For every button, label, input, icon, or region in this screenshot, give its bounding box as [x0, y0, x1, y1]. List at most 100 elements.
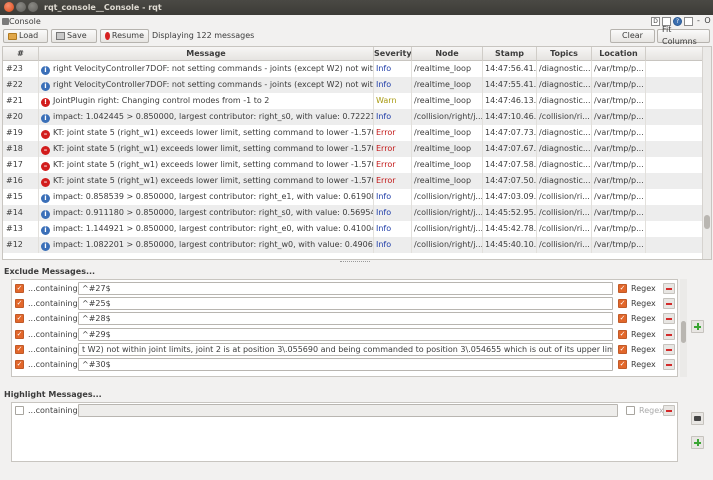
exclude-text-field[interactable]: ^#29$ [78, 327, 613, 341]
exclude-regex-checkbox[interactable]: ✓ [618, 284, 627, 293]
exclude-filter-row: ✓ ...containing: ^#27$ ✓ Regex [12, 281, 677, 296]
message-count-status: Displaying 122 messages [152, 31, 255, 40]
highlight-regex-checkbox[interactable] [626, 406, 635, 415]
window-titlebar: rqt_console__Console - rqt [0, 0, 713, 15]
exclude-text-field[interactable]: ^#30$ [78, 358, 613, 371]
exclude-filter-checkbox[interactable]: ✓ [15, 344, 24, 354]
cell-number: #13 [3, 221, 39, 237]
exclude-filter-checkbox[interactable]: ✓ [15, 329, 24, 339]
cell-topics: /diagnostic... [537, 93, 592, 109]
info-icon: i [41, 226, 50, 235]
remove-exclude-filter-button[interactable] [663, 359, 675, 370]
remove-exclude-filter-button[interactable] [663, 298, 675, 310]
highlight-text-field[interactable] [78, 404, 618, 417]
add-highlight-filter-button[interactable] [691, 436, 704, 449]
cell-number: #22 [3, 77, 39, 93]
cell-message: i impact: 1.144921 > 0.850000, largest co… [39, 221, 374, 237]
fit-columns-button[interactable]: Fit Columns [657, 25, 710, 46]
table-row[interactable]: #20 i impact: 1.042445 > 0.850000, largest… [3, 109, 703, 125]
save-icon [56, 32, 65, 40]
window-minimize-button[interactable] [16, 2, 26, 12]
exclude-regex-checkbox[interactable]: ✓ [618, 329, 627, 339]
message-text: KT: joint state 5 (right_w1) exceeds low… [53, 128, 374, 137]
message-table[interactable]: # Message Severity Node Stamp Topics Loc… [2, 46, 712, 260]
column-header-node[interactable]: Node [412, 47, 483, 61]
load-button-label: Load [19, 31, 39, 40]
exclude-filter-checkbox[interactable]: ✓ [15, 284, 24, 293]
remove-exclude-filter-button[interactable] [663, 313, 675, 325]
fit-columns-button-label: Fit Columns [662, 25, 697, 46]
info-icon: i [41, 242, 50, 251]
cell-number: #12 [3, 237, 39, 253]
exclude-text-field[interactable]: ^#27$ [78, 282, 613, 295]
cell-severity: Info [374, 237, 412, 253]
column-header-stamp[interactable]: Stamp [483, 47, 537, 61]
remove-highlight-filter-button[interactable] [663, 405, 675, 416]
clear-button[interactable]: Clear [610, 29, 655, 43]
exclude-regex-checkbox[interactable]: ✓ [618, 360, 627, 369]
exclude-regex-checkbox[interactable]: ✓ [618, 314, 627, 324]
exclude-text-field[interactable]: ^#28$ [78, 312, 613, 326]
table-row[interactable]: #21! JointPlugin right: Changing control … [3, 93, 703, 109]
column-header-message[interactable]: Message [39, 47, 374, 61]
message-text: right VelocityController7DOF: not settin… [53, 64, 374, 73]
dock-toggle-button[interactable]: D [651, 17, 660, 26]
table-row[interactable]: #15 i impact: 0.858539 > 0.850000, largest… [3, 189, 703, 205]
cell-message: i impact: 1.082201 > 0.850000, largest co… [39, 237, 374, 253]
cell-location: /var/tmp/p... [592, 125, 646, 141]
cell-location: /var/tmp/p... [592, 157, 646, 173]
table-row[interactable]: #19– KT: joint state 5 (right_w1) exceeds… [3, 125, 703, 141]
table-row[interactable]: #13 i impact: 1.144921 > 0.850000, largest… [3, 221, 703, 237]
cell-location: /var/tmp/p... [592, 189, 646, 205]
cell-number: #15 [3, 189, 39, 205]
table-vertical-scrollbar[interactable] [702, 47, 711, 259]
table-row[interactable]: #16– KT: joint state 5 (right_w1) exceeds… [3, 173, 703, 189]
window-maximize-button[interactable] [28, 2, 38, 12]
column-header-number[interactable]: # [3, 47, 39, 61]
window-close-button[interactable] [4, 2, 14, 12]
column-header-topics[interactable]: Topics [537, 47, 592, 61]
cell-stamp: 14:47:55.41... [483, 77, 537, 93]
remove-exclude-filter-button[interactable] [663, 343, 675, 355]
highlight-filter-checkbox[interactable] [15, 406, 24, 415]
table-row[interactable]: #14 i impact: 0.911180 > 0.850000, largest… [3, 205, 703, 221]
table-row[interactable]: #12 i impact: 1.082201 > 0.850000, largest… [3, 237, 703, 253]
cell-location: /var/tmp/p... [592, 141, 646, 157]
resume-button[interactable]: Resume [100, 29, 149, 43]
cell-number: #18 [3, 141, 39, 157]
plugin-close-button[interactable]: O [704, 17, 711, 26]
exclude-scrollbar-thumb[interactable] [681, 321, 686, 343]
cell-number: #20 [3, 109, 39, 125]
column-header-severity[interactable]: Severity [374, 47, 412, 61]
cell-node: /realtime_loop [412, 77, 483, 93]
highlight-filter-type-button[interactable] [691, 412, 704, 425]
load-button[interactable]: Load [3, 29, 48, 43]
error-icon: – [41, 146, 50, 155]
add-exclude-filter-button[interactable] [691, 320, 704, 333]
info-icon: i [41, 82, 50, 91]
table-row[interactable]: #23 i right VelocityController7DOF: not se… [3, 61, 703, 77]
exclude-regex-checkbox[interactable]: ✓ [618, 299, 627, 309]
exclude-filter-checkbox[interactable]: ✓ [15, 360, 24, 369]
cell-message: – KT: joint state 5 (right_w1) exceeds lo… [39, 173, 374, 189]
exclude-text-field[interactable]: t W2) not within joint limits, joint 2 i… [78, 342, 613, 356]
remove-exclude-filter-button[interactable] [663, 283, 675, 294]
cell-stamp: 14:47:07.73... [483, 125, 537, 141]
exclude-scrollbar[interactable] [680, 279, 687, 377]
remove-exclude-filter-button[interactable] [663, 328, 675, 340]
message-text: KT: joint state 5 (right_w1) exceeds low… [53, 160, 374, 169]
table-row[interactable]: #22 i right VelocityController7DOF: not se… [3, 77, 703, 93]
exclude-regex-checkbox[interactable]: ✓ [618, 344, 627, 354]
column-header-location[interactable]: Location [592, 47, 646, 61]
save-button[interactable]: Save [51, 29, 97, 43]
exclude-containing-label: ...containing: [28, 299, 81, 309]
table-row[interactable]: #18– KT: joint state 5 (right_w1) exceeds… [3, 141, 703, 157]
pane-splitter[interactable] [340, 261, 370, 264]
exclude-text-field[interactable]: ^#25$ [78, 297, 613, 311]
scrollbar-thumb[interactable] [704, 215, 710, 229]
table-row[interactable]: #17– KT: joint state 5 (right_w1) exceeds… [3, 157, 703, 173]
message-text: KT: joint state 5 (right_w1) exceeds low… [53, 176, 374, 185]
exclude-filter-checkbox[interactable]: ✓ [15, 299, 24, 309]
cell-node: /collision/right/j... [412, 237, 483, 253]
exclude-filter-checkbox[interactable]: ✓ [15, 314, 24, 324]
